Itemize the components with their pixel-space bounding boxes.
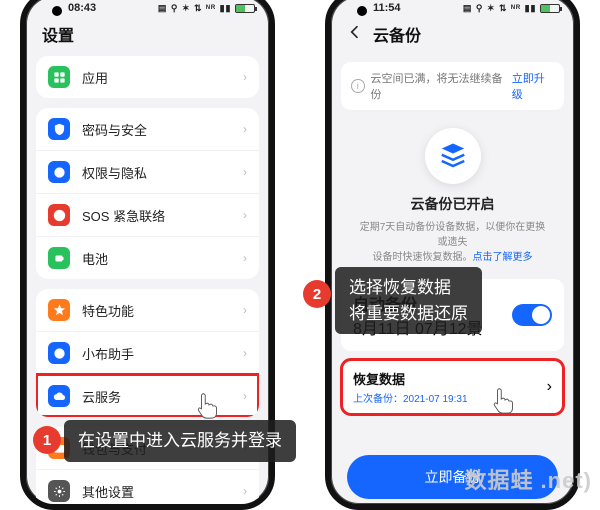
row-icon [48, 118, 70, 140]
row-icon [48, 342, 70, 364]
chevron-right-icon: › [243, 484, 247, 498]
assist-icon [53, 347, 66, 360]
status-bar: 08:43 ▤ ⚲ ✶ ⇅ ᴺᴿ ▮▮ [26, 0, 269, 16]
shield-icon [53, 123, 66, 136]
settings-row-hand[interactable]: 权限与隐私› [36, 150, 259, 193]
annotation-badge-1: 1 [33, 426, 61, 454]
chevron-right-icon: › [243, 389, 247, 403]
settings-row-shield[interactable]: 密码与安全› [36, 108, 259, 150]
chevron-right-icon: › [243, 165, 247, 179]
row-label: 特色功能 [82, 301, 243, 320]
chevron-right-icon: › [243, 122, 247, 136]
gear-icon [53, 485, 66, 498]
row-label: 电池 [82, 249, 243, 268]
settings-row-sos[interactable]: SOS SOS 紧急联络› [36, 193, 259, 236]
chevron-right-icon: › [243, 208, 247, 222]
chevron-right-icon: › [243, 346, 247, 360]
settings-group: 应用› [36, 56, 259, 98]
settings-group: 密码与安全›权限与隐私›SOSSOS 紧急联络›电池› [36, 108, 259, 279]
chevron-right-icon: › [243, 303, 247, 317]
row-label: SOS 紧急联络 [82, 206, 243, 225]
chevron-right-icon: › [243, 251, 247, 265]
backup-enabled-title: 云备份已开启 [331, 194, 574, 214]
row-icon [48, 161, 70, 183]
layers-icon [438, 141, 468, 171]
chevron-right-icon: › [547, 378, 552, 396]
hand-icon [53, 166, 66, 179]
backup-enabled-desc: 定期7天自动备份设备数据，以便你在更换或遗失 设备时快速恢复数据。点击了解更多 [331, 220, 574, 265]
chevron-left-icon [347, 24, 363, 40]
settings-row-assist[interactable]: 小布助手› [36, 331, 259, 374]
settings-row-battery[interactable]: 电池› [36, 236, 259, 279]
row-icon [48, 299, 70, 321]
settings-row-gear[interactable]: 其他设置› [36, 469, 259, 510]
annotation-callout-1: 在设置中进入云服务并登录 [64, 420, 296, 462]
row-icon [48, 480, 70, 502]
row-icon: SOS [48, 204, 70, 226]
row-label: 权限与隐私 [82, 163, 243, 182]
settings-row-apps[interactable]: 应用› [36, 56, 259, 98]
row-label: 密码与安全 [82, 120, 243, 139]
settings-row-star[interactable]: 特色功能› [36, 289, 259, 331]
page-title: 设置 [42, 22, 74, 46]
annotation-callout-2: 选择恢复数据 将重要数据还原 [335, 267, 482, 334]
phone-right: 11:54 ▤ ⚲ ✶ ⇅ ᴺᴿ ▮▮ 云备份 i 云空间已满，将无法继续备份 … [325, 0, 580, 510]
status-icons: ▤ ⚲ ✶ ⇅ ᴺᴿ ▮▮ [463, 3, 560, 14]
settings-group: 特色功能›小布助手›云服务› [36, 289, 259, 417]
learn-more-link[interactable]: 点击了解更多 [473, 252, 533, 263]
restore-title: 恢复数据 [353, 369, 547, 388]
row-icon [48, 247, 70, 269]
upgrade-link[interactable]: 立即升级 [512, 70, 554, 102]
row-label: 云服务 [82, 387, 243, 406]
alert-text: 云空间已满，将无法继续备份 [371, 70, 508, 102]
star-icon [53, 304, 66, 317]
auto-backup-switch[interactable] [512, 304, 552, 326]
status-bar: 11:54 ▤ ⚲ ✶ ⇅ ᴺᴿ ▮▮ [331, 0, 574, 16]
back-button[interactable] [347, 24, 363, 45]
row-label: 其他设置 [82, 482, 243, 501]
storage-full-alert[interactable]: i 云空间已满，将无法继续备份 立即升级 [341, 62, 564, 110]
status-icons: ▤ ⚲ ✶ ⇅ ᴺᴿ ▮▮ [158, 3, 255, 14]
page-title: 云备份 [373, 22, 421, 46]
cloud-icon [53, 390, 66, 403]
cloud-hero-icon [425, 128, 481, 184]
page-header: 设置 [26, 16, 269, 56]
svg-text:SOS: SOS [54, 213, 65, 219]
apps-icon [53, 71, 66, 84]
battery-icon [53, 252, 66, 265]
row-icon [48, 66, 70, 88]
sos-icon: SOS [53, 209, 66, 222]
page-header: 云备份 [331, 16, 574, 56]
watermark: 数据蛙 .net) [464, 463, 592, 495]
annotation-badge-2: 2 [303, 280, 331, 308]
settings-row-cloud[interactable]: 云服务› [36, 374, 259, 417]
info-icon: i [351, 79, 365, 93]
status-time: 11:54 [373, 2, 401, 14]
restore-data-row[interactable]: 恢复数据 上次备份：2021-07 19:31 › [341, 359, 564, 415]
chevron-right-icon: › [243, 70, 247, 84]
row-label: 应用 [82, 68, 243, 87]
row-label: 小布助手 [82, 344, 243, 363]
status-time: 08:43 [68, 2, 96, 14]
restore-last-time: 上次备份：2021-07 19:31 [353, 390, 547, 405]
row-icon [48, 385, 70, 407]
